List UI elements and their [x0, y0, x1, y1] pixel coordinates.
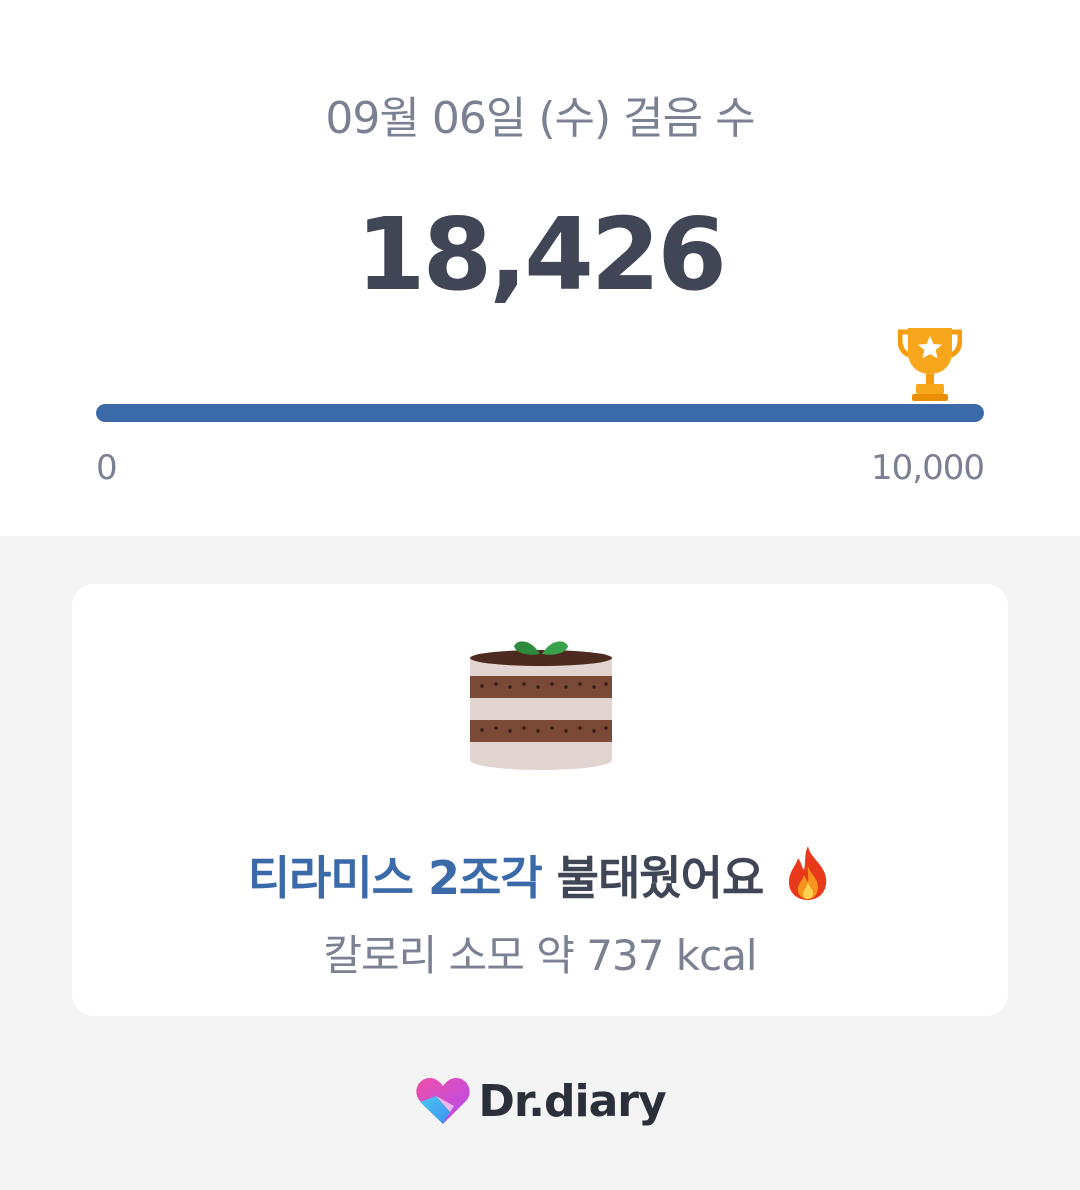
step-progress-fill — [96, 404, 984, 422]
progress-goal-label: 10,000 — [871, 448, 985, 488]
calorie-headline: 티라미스 2조각 불태웠어요 — [72, 842, 1008, 908]
date-title: 09월 06일 (수) 걸음 수 — [325, 93, 755, 144]
trophy-icon — [898, 328, 962, 401]
step-count: 18,426 — [356, 196, 727, 313]
progress-min-label: 0 — [96, 448, 118, 488]
brand-logo: Dr.diary — [0, 1074, 1080, 1128]
step-summary-section: 09월 06일 (수) 걸음 수 18,426 0 10,000 — [0, 0, 1080, 536]
fire-icon — [789, 846, 827, 900]
tiramisu-cake-icon — [470, 641, 612, 770]
step-progress-bar — [96, 404, 984, 422]
calorie-burn-text: 칼로리 소모 약 737 kcal — [323, 931, 757, 980]
food-highlight: 티라미스 2조각 — [247, 851, 543, 905]
burn-text: 불태웠어요 — [556, 851, 765, 905]
brand-name: Dr.diary — [478, 1075, 666, 1127]
heart-logo-icon — [416, 1078, 470, 1124]
calorie-card: 티라미스 2조각 불태웠어요 칼로리 소모 약 737 kcal — [72, 584, 1008, 1016]
